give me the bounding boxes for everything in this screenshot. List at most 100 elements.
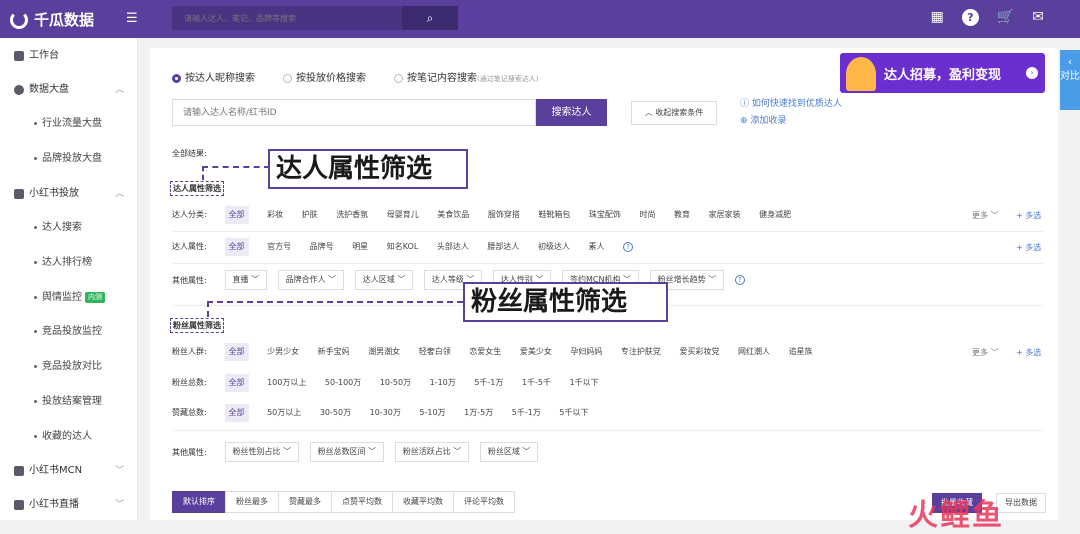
filter-option[interactable]: 网红潮人 [738, 343, 770, 361]
tab-search-by-price[interactable]: 按投放价格搜索 [283, 69, 366, 84]
filter-option[interactable]: 少男少女 [267, 343, 299, 361]
filter-option[interactable]: 全部 [224, 404, 249, 422]
sidebar-item-influencer-search[interactable]: 达人搜索 [0, 218, 138, 238]
search-influencer-button[interactable]: 搜索达人 [536, 99, 607, 126]
filter-option[interactable]: 50-100万 [325, 374, 361, 392]
filter-option[interactable]: 素人 [588, 238, 604, 256]
filter-option[interactable]: 恋爱女生 [469, 343, 501, 361]
mail-icon[interactable]: ✉ [1032, 9, 1044, 26]
filter-option[interactable]: 初级达人 [538, 238, 570, 256]
help-circle-icon[interactable]: ? [734, 275, 745, 285]
filter-option[interactable]: 30-50万 [320, 404, 351, 422]
live-select[interactable]: 直播 ﹀ [224, 270, 268, 290]
filter-option[interactable]: 彩妆 [267, 206, 283, 224]
filter-option[interactable]: 明星 [352, 238, 368, 256]
sidebar-item-competitor-monitor[interactable]: 竞品投放监控 [0, 322, 138, 342]
filter-option[interactable]: 5千以下 [559, 404, 588, 422]
filter-option[interactable]: 美食饮品 [437, 206, 469, 224]
multi-select-category[interactable]: + 多选 [1016, 210, 1041, 221]
filter-option[interactable]: 全部 [224, 374, 249, 392]
collapse-filters-button[interactable]: ︿ 收起搜索条件 [631, 101, 717, 125]
fan-gender-select[interactable]: 粉丝性别占比 ﹀ [224, 442, 300, 462]
sidebar-item-competitor-compare[interactable]: 竞品投放对比 [0, 357, 138, 377]
filter-option[interactable]: 全部 [224, 238, 249, 256]
filter-option[interactable]: 1千-5千 [522, 374, 551, 392]
sidebar-item-mcn[interactable]: 小红书MCN ﹀ [0, 461, 138, 481]
filter-option[interactable]: 官方号 [267, 238, 291, 256]
filter-option[interactable]: 腰部达人 [487, 238, 519, 256]
search-icon[interactable]: ⌕ [402, 6, 458, 30]
help-icon[interactable]: ? [961, 9, 979, 26]
sort-tab-avg-likes[interactable]: 点赞平均数 [331, 491, 393, 513]
sidebar-item-ranking[interactable]: 达人排行榜 [0, 253, 138, 273]
filter-option[interactable]: 爱美少女 [520, 343, 552, 361]
sidebar-item-live[interactable]: 小红书直播 ﹀ [0, 495, 138, 515]
filter-option[interactable]: 服饰穿搭 [488, 206, 520, 224]
sidebar-item-redbook[interactable]: 小红书投放 ︿ [0, 184, 138, 204]
filter-option[interactable]: 护肤 [302, 206, 318, 224]
howto-link[interactable]: ⓘ 如何快速找到优质达人 [740, 96, 842, 109]
brand-partner-select[interactable]: 品牌合作人 ﹀ [277, 270, 345, 290]
grid-icon[interactable]: ▦ [931, 9, 944, 26]
filter-option[interactable]: 珠宝配饰 [589, 206, 621, 224]
filter-option[interactable]: 全部 [224, 343, 249, 361]
sidebar-item-industry-traffic[interactable]: 行业流量大盘 [0, 114, 138, 134]
filter-option[interactable]: 追星族 [789, 343, 813, 361]
filter-option[interactable]: 家居家装 [709, 206, 741, 224]
filter-option[interactable]: 10-50万 [380, 374, 411, 392]
filter-option[interactable]: 10-30万 [370, 404, 401, 422]
sort-tab-avg-comments[interactable]: 评论平均数 [453, 491, 515, 513]
filter-option[interactable]: 1万-5万 [464, 404, 493, 422]
filter-option[interactable]: 专注护肤党 [621, 343, 661, 361]
region-select[interactable]: 达人区域 ﹀ [354, 270, 414, 290]
filter-option[interactable]: 时尚 [639, 206, 655, 224]
fan-region-select[interactable]: 粉丝区域 ﹀ [479, 442, 539, 462]
filter-option[interactable]: 鞋靴箱包 [538, 206, 570, 224]
fan-active-select[interactable]: 粉丝活跃占比 ﹀ [394, 442, 470, 462]
tab-search-by-name[interactable]: 按达人昵称搜索 [172, 69, 255, 84]
filter-option[interactable]: 5千-1万 [474, 374, 503, 392]
help-circle-icon[interactable]: ? [623, 241, 634, 252]
add-record-link[interactable]: ⊕ 添加收录 [740, 113, 786, 126]
filter-option[interactable]: 爱买彩妆党 [679, 343, 719, 361]
filter-option[interactable]: 洗护香氛 [336, 206, 368, 224]
menu-toggle-icon[interactable]: ☰ [126, 11, 138, 26]
compare-side-tab[interactable]: ‹ 对比 [1060, 50, 1080, 110]
more-categories-button[interactable]: 更多 ﹀ [972, 210, 999, 221]
filter-option[interactable]: 知名KOL [387, 238, 419, 256]
filter-option[interactable]: 全部 [224, 206, 249, 224]
sort-tab-avg-collect[interactable]: 收藏平均数 [392, 491, 454, 513]
sidebar-item-workbench[interactable]: 工作台 [0, 46, 138, 66]
filter-option[interactable]: 健身减肥 [759, 206, 791, 224]
filter-option[interactable]: 新手宝妈 [318, 343, 350, 361]
multi-select-attribute[interactable]: + 多选 [1016, 242, 1041, 253]
fan-range-select[interactable]: 粉丝总数区间 ﹀ [309, 442, 385, 462]
sort-tab-default[interactable]: 默认排序 [172, 491, 226, 513]
filter-option[interactable]: 孕妇妈妈 [570, 343, 602, 361]
sidebar-item-data-board[interactable]: 数据大盘 ︿ [0, 80, 138, 100]
filter-option[interactable]: 品牌号 [310, 238, 334, 256]
filter-option[interactable]: 1-10万 [430, 374, 456, 392]
sort-tab-fans[interactable]: 粉丝最多 [225, 491, 279, 513]
filter-option[interactable]: 100万以上 [267, 374, 306, 392]
more-fan-crowd-button[interactable]: 更多 ﹀ [972, 347, 999, 358]
filter-option[interactable]: 1千以下 [570, 374, 599, 392]
filter-option[interactable]: 50万以上 [267, 404, 301, 422]
multi-select-fan-crowd[interactable]: + 多选 [1016, 347, 1041, 358]
cart-icon[interactable]: 🛒 [997, 9, 1014, 26]
filter-option[interactable]: 轻奢白领 [419, 343, 451, 361]
filter-option[interactable]: 潮男潮女 [368, 343, 400, 361]
sort-tab-likes[interactable]: 赞藏最多 [278, 491, 332, 513]
filter-option[interactable]: 母婴育儿 [387, 206, 419, 224]
recruit-banner[interactable]: 达人招募，盈利变现 › [840, 53, 1045, 93]
influencer-search-input[interactable] [172, 99, 536, 126]
filter-option[interactable]: 教育 [674, 206, 690, 224]
filter-option[interactable]: 5千-1万 [512, 404, 541, 422]
tab-search-by-note[interactable]: 按笔记内容搜索(通过笔记搜索达人) [394, 69, 538, 84]
filter-option[interactable]: 头部达人 [437, 238, 469, 256]
sidebar-item-favorites[interactable]: 收藏的达人 [0, 427, 138, 447]
sidebar-item-case-management[interactable]: 投放结案管理 [0, 392, 138, 412]
global-search-input[interactable] [172, 6, 402, 30]
app-logo[interactable]: 千瓜数据 [10, 9, 94, 30]
filter-option[interactable]: 5-10万 [419, 404, 445, 422]
